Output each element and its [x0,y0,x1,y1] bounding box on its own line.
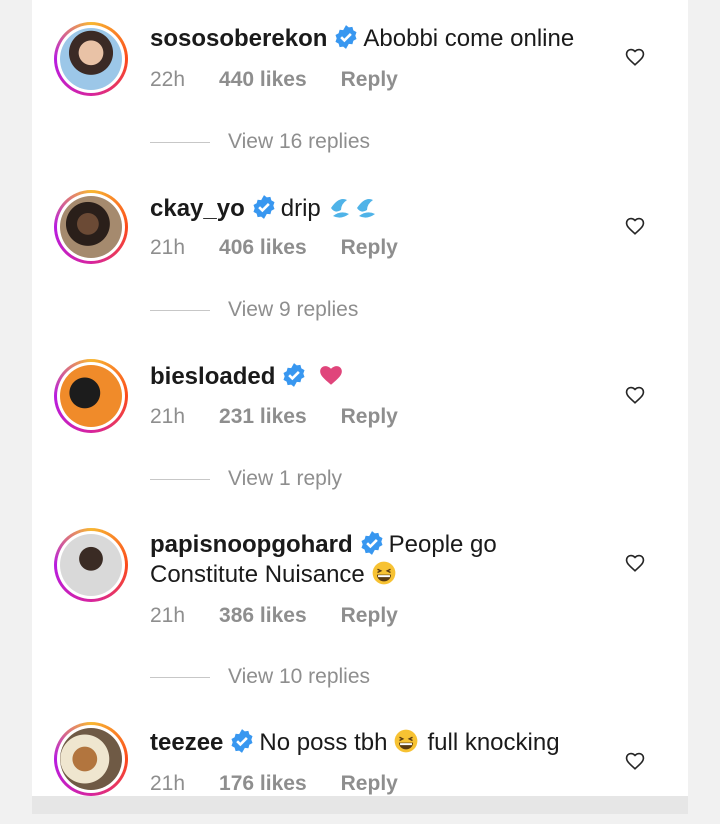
divider [150,141,210,143]
red-heart-emoji [320,366,343,385]
reply-button[interactable]: Reply [341,772,398,795]
comment-likes[interactable]: 406 likes [219,236,307,259]
comment-time: 21h [150,772,186,795]
comment-username[interactable]: papisnoopgohard [150,531,353,558]
divider [150,478,210,480]
reply-button[interactable]: Reply [341,68,398,91]
view-replies-label[interactable]: View 9 replies [228,298,358,322]
comment-likes[interactable]: 176 likes [219,772,307,795]
comment-likes[interactable]: 386 likes [219,604,307,627]
comment-time: 22h [150,68,186,91]
comment-time: 21h [150,604,186,627]
heart-outline-icon[interactable] [624,384,646,406]
comment-text-continued: full knocking [427,729,560,756]
avatar[interactable] [54,528,128,602]
heart-outline-icon[interactable] [624,750,646,772]
heart-outline-icon[interactable] [624,552,646,574]
comment-username[interactable]: biesloaded [150,363,275,390]
verified-badge-icon [335,25,357,49]
grinning-squint-emoji [395,729,418,753]
view-replies[interactable]: View 1 reply [150,467,342,491]
verified-badge-icon [283,363,305,387]
avatar[interactable] [54,22,128,96]
comment-username[interactable]: sososoberekon [150,25,327,52]
comment-time: 21h [150,236,186,259]
view-replies[interactable]: View 16 replies [150,130,370,154]
avatar[interactable] [54,190,128,264]
comment-likes[interactable]: 231 likes [219,405,307,428]
divider [150,309,210,311]
divider [150,676,210,678]
reply-button[interactable]: Reply [341,405,398,428]
reply-button[interactable]: Reply [341,604,398,627]
view-replies[interactable]: View 10 replies [150,665,370,689]
view-replies-label[interactable]: View 1 reply [228,467,342,491]
comment-username[interactable]: teezee [150,729,223,756]
heart-outline-icon[interactable] [624,215,646,237]
view-replies-label[interactable]: View 10 replies [228,665,370,689]
bottom-bar [32,796,688,814]
comment-text-continued: Constitute Nuisance [150,561,365,588]
comments-panel: sososoberekon Abobbi come online 22h 440 l… [32,0,688,796]
comment-text: drip [280,195,321,222]
view-replies[interactable]: View 9 replies [150,298,358,322]
comment-text: People go [388,531,497,558]
avatar[interactable] [54,359,128,433]
reply-button[interactable]: Reply [341,236,398,259]
heart-outline-icon[interactable] [624,46,646,68]
view-replies-label[interactable]: View 16 replies [228,130,370,154]
verified-badge-icon [361,531,383,555]
grinning-squint-emoji [372,561,396,585]
comment-text: No poss tbh [259,729,388,756]
comment-time: 21h [150,405,186,428]
comment-likes[interactable]: 440 likes [219,68,307,91]
verified-badge-icon [231,729,253,753]
comment-username[interactable]: ckay_yo [150,195,245,222]
comment-text: Abobbi come online [363,25,575,52]
verified-badge-icon [253,195,275,219]
droplets-emoji [330,199,375,218]
avatar[interactable] [54,722,128,796]
